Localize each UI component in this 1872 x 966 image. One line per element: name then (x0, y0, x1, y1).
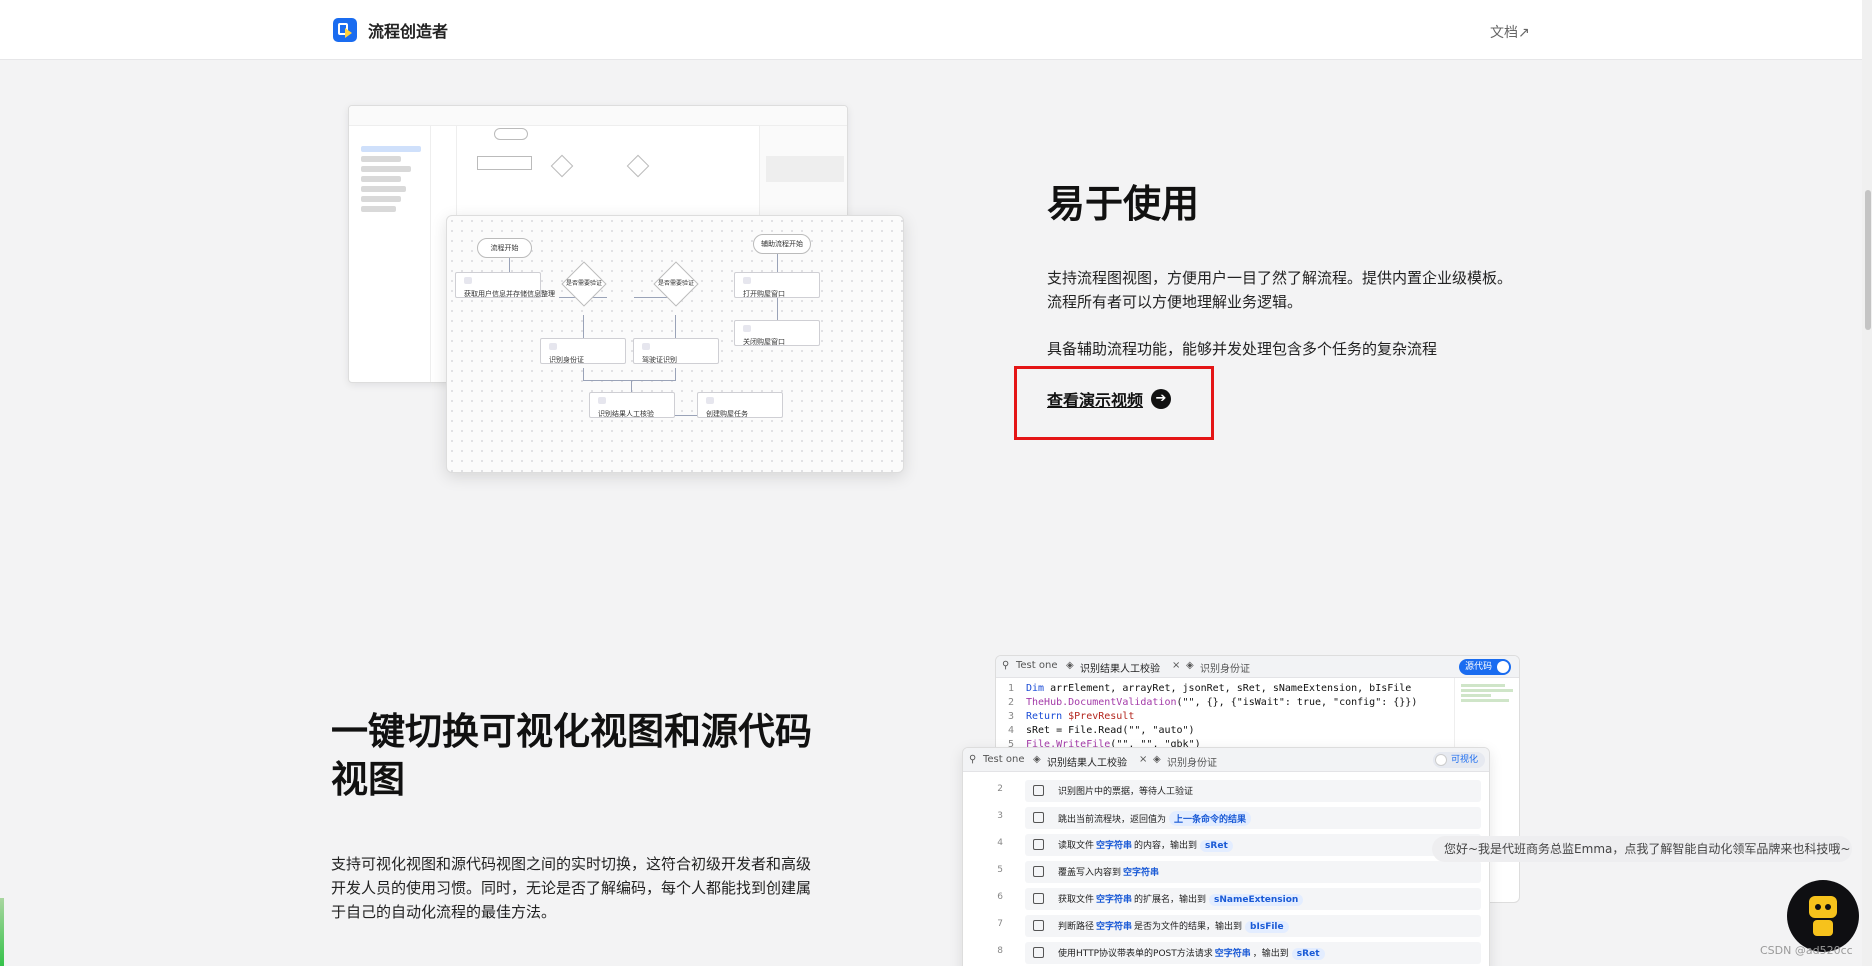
tab-id-card[interactable]: 识别身份证 (1200, 660, 1250, 675)
tab-test-one[interactable]: Test one (983, 754, 1024, 765)
section-desc-easy: 支持流程图视图，方便用户一目了然了解流程。提供内置企业级模板。流程所有者可以方便… (1047, 269, 1513, 311)
command-row[interactable]: 2 识别图片中的票据，等待人工验证 (963, 778, 1489, 803)
highlight-box (1014, 366, 1214, 440)
tree-icon: ⚲ (969, 754, 977, 765)
command-icon (1033, 920, 1044, 931)
editor-toolbar (349, 106, 847, 126)
top-navbar: 流程创造者 文档↗ (0, 0, 1872, 60)
source-code-toggle[interactable]: 源代码 (1459, 659, 1511, 675)
code-line[interactable]: 2 TheHub.DocumentValidation("", {}, {"isW… (996, 697, 1417, 711)
flow-node[interactable]: 关闭购屋窗口 (734, 320, 820, 346)
tab-id-card[interactable]: 识别身份证 (1167, 754, 1217, 769)
flow-start-node[interactable]: 流程开始 (477, 238, 532, 258)
code-line[interactable]: 1 Dim arrElement, arrayRet, jsonRet, sRet… (996, 683, 1411, 697)
flow-node[interactable]: 创建购屋任务 (697, 392, 783, 418)
code-line[interactable]: 3 Return $PrevResult (996, 711, 1134, 725)
flow-node[interactable]: 识别结果人工核验 (589, 392, 675, 418)
aux-flow-start-node[interactable]: 辅助流程开始 (753, 234, 811, 254)
section-title-easy: 易于使用 (1047, 182, 1200, 226)
flowchart-screenshot: 流程开始 辅助流程开始 获取用户信息并存储信息整理 是否需要验证 是否需要验证 … (446, 215, 904, 473)
command-icon (1033, 893, 1044, 904)
code-tab-bar: ⚲ Test one ◈ 识别结果人工校验 × ◈ 识别身份证 源代码 (996, 656, 1519, 678)
close-icon[interactable]: × (1139, 754, 1147, 765)
command-icon (1033, 812, 1044, 823)
flow-node[interactable]: 获取用户信息并存储信息整理 (455, 272, 555, 298)
command-icon (1033, 839, 1044, 850)
chat-greeting-bubble[interactable]: 您好~我是代班商务总监Emma，点我了解智能自动化领军品牌来也科技哦~ (1432, 836, 1852, 862)
command-row[interactable]: 7 判断路径 空字符串 是否为文件的结果，输出到 bIsFile (963, 913, 1489, 938)
command-icon (1033, 785, 1044, 796)
tree-icon: ⚲ (1002, 660, 1010, 671)
editor-sidebar (349, 126, 431, 382)
decision-label: 是否需要验证 (565, 280, 602, 287)
code-line[interactable]: 4 sRet = File.Read("", "auto") (996, 725, 1195, 739)
tab-manual-check[interactable]: 识别结果人工校验 (1047, 754, 1127, 769)
section-desc-easy-2: 具备辅助流程功能，能够并发处理包含多个任务的复杂流程 (1047, 340, 1438, 358)
command-icon (1033, 866, 1044, 877)
command-icon (1033, 947, 1044, 958)
watermark: CSDN @ad520cc (1760, 944, 1853, 957)
page-scrollbar[interactable] (1862, 0, 1872, 966)
layers-icon: ◈ (1186, 660, 1194, 671)
layers-icon: ◈ (1033, 754, 1041, 765)
flow-node[interactable]: 驾驶证识别 (633, 338, 719, 364)
tab-manual-check[interactable]: 识别结果人工校验 (1080, 660, 1160, 675)
flow-node[interactable]: 打开购屋窗口 (734, 272, 820, 298)
robot-avatar-icon[interactable] (1787, 880, 1859, 952)
command-row[interactable]: 5 覆盖写入内容到 空字符串 (963, 859, 1489, 884)
section-title-switch: 一键切换可视化视图和源代码视图 (331, 710, 812, 801)
section-desc-switch: 支持可视化视图和源代码视图之间的实时切换，这符合初级开发者和高级开发人员的使用习… (331, 855, 812, 921)
layers-icon: ◈ (1066, 660, 1074, 671)
docs-link[interactable]: 文档↗ (1490, 22, 1530, 42)
logo-icon[interactable] (333, 18, 357, 42)
visual-toggle[interactable]: 可视化 (1433, 752, 1485, 768)
flow-node[interactable]: 识别身份证 (540, 338, 626, 364)
visual-view-screenshot: ⚲ Test one ◈ 识别结果人工校验 × ◈ 识别身份证 可视化 2 识别… (962, 747, 1490, 966)
visual-tab-bar: ⚲ Test one ◈ 识别结果人工校验 × ◈ 识别身份证 可视化 (963, 748, 1489, 772)
brand-name[interactable]: 流程创造者 (368, 18, 448, 42)
command-row[interactable]: 4 读取文件 空字符串 的内容，输出到 sRet (963, 832, 1489, 857)
decision-label: 是否需要验证 (657, 280, 694, 287)
command-row[interactable]: 8 使用HTTP协议带表单的POST方法请求 空字符串 ，输出到 sRet (963, 940, 1489, 965)
command-row[interactable]: 3 跳出当前流程块，返回值为 上一条命令的结果 (963, 805, 1489, 830)
command-row[interactable]: 6 获取文件 空字符串 的扩展名，输出到 sNameExtension (963, 886, 1489, 911)
close-icon[interactable]: × (1172, 660, 1180, 671)
side-decoration (0, 898, 4, 966)
tab-test-one[interactable]: Test one (1016, 660, 1057, 671)
layers-icon: ◈ (1153, 754, 1161, 765)
page-scrollbar-thumb[interactable] (1865, 190, 1871, 330)
